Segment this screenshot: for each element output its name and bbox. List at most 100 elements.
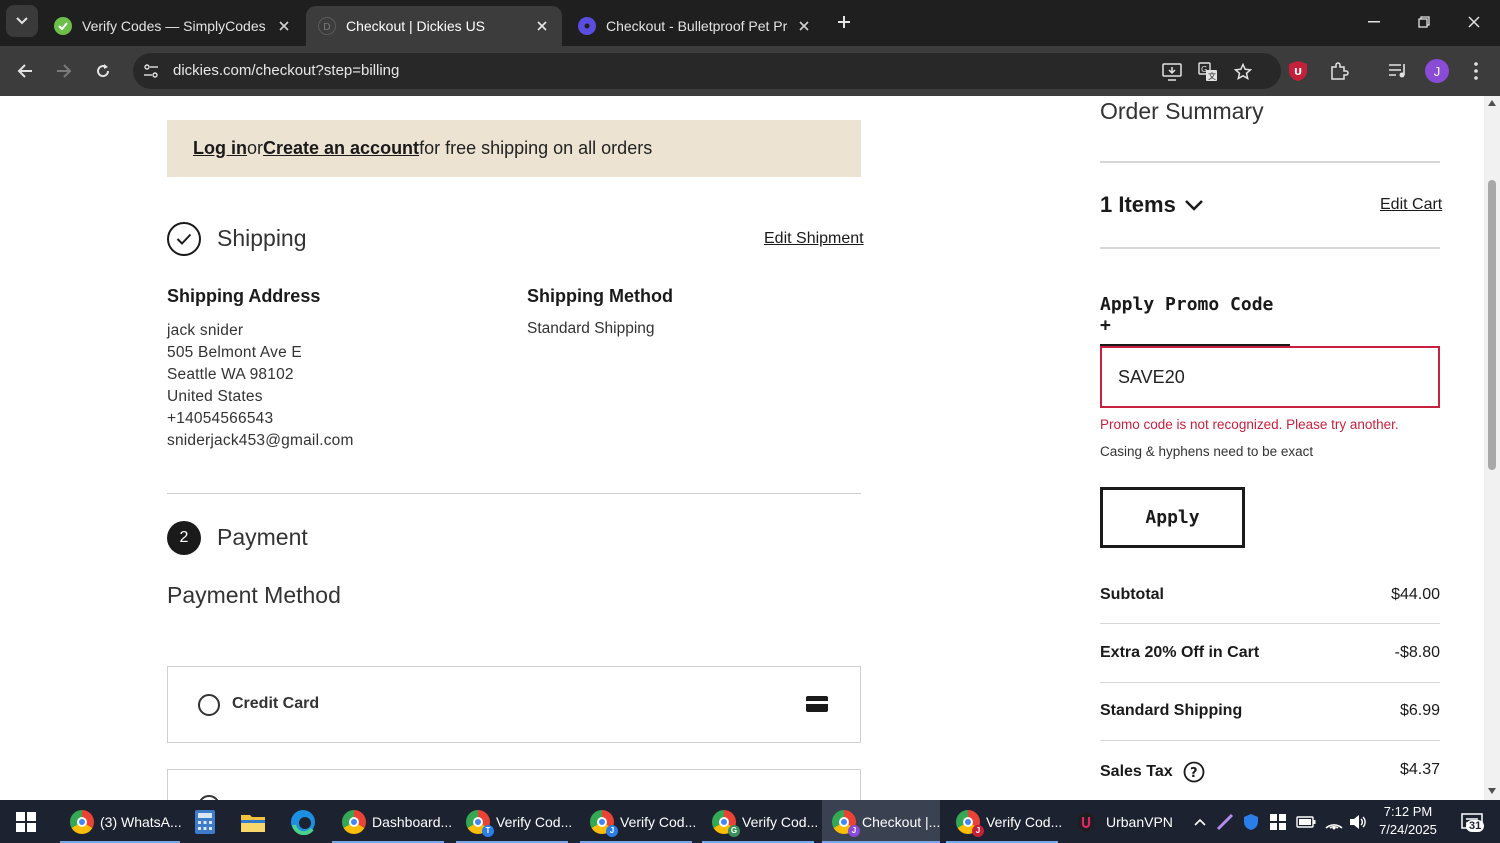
credit-card-option[interactable]: Credit Card <box>167 666 861 743</box>
site-info-icon[interactable] <box>141 61 161 81</box>
taskbar-app-verify-4[interactable]: J Verify Cod... <box>946 800 1062 843</box>
close-icon[interactable] <box>534 18 550 34</box>
browser-menu-button[interactable] <box>1463 58 1489 84</box>
svg-text:文: 文 <box>1208 71 1216 81</box>
tab-search-button[interactable] <box>6 5 38 37</box>
discount-value: -$8.80 <box>1394 644 1440 661</box>
page-scrollbar[interactable] <box>1484 96 1500 800</box>
order-summary-title: Order Summary <box>1100 98 1264 124</box>
install-app-icon[interactable] <box>1161 61 1183 83</box>
tab-simplycodes[interactable]: Verify Codes — SimplyCodes <box>42 6 304 46</box>
promo-code-input[interactable] <box>1100 346 1440 408</box>
shipping-address-heading: Shipping Address <box>167 286 321 306</box>
tray-pen-app[interactable] <box>1214 800 1236 843</box>
taskbar-app-whatsapp[interactable]: (3) WhatsA... <box>60 800 182 843</box>
shipping-method-heading: Shipping Method <box>527 286 673 306</box>
summary-divider <box>1100 247 1440 249</box>
taskbar-edge[interactable] <box>286 800 320 843</box>
address-phone: +14054566543 <box>167 410 274 427</box>
minimize-icon <box>1368 21 1380 23</box>
edit-cart-link[interactable]: Edit Cart <box>1380 196 1442 214</box>
taskbar-app-verify-3[interactable]: G Verify Cod... <box>702 800 818 843</box>
reload-button[interactable] <box>88 56 118 86</box>
simplycodes-favicon-icon <box>54 17 72 35</box>
taskbar-app-label: UrbanVPN <box>1106 813 1173 830</box>
taskbar-clock[interactable]: 7:12 PM 7/24/2025 <box>1370 803 1446 839</box>
clock-date: 7/24/2025 <box>1379 822 1437 837</box>
show-hidden-icons-button[interactable] <box>1188 800 1212 843</box>
edge-icon <box>291 809 315 835</box>
close-window-button[interactable] <box>1458 8 1490 36</box>
close-icon[interactable] <box>796 18 812 34</box>
taskbar-file-explorer[interactable] <box>238 800 268 843</box>
taskbar-calculator[interactable] <box>190 800 220 843</box>
promo-error-message: Promo code is not recognized. Please try… <box>1100 417 1399 432</box>
extensions-puzzle-icon[interactable] <box>1326 58 1352 84</box>
windows-logo-icon <box>16 811 36 832</box>
ublock-extension-icon[interactable]: U <box>1285 58 1311 84</box>
summary-divider <box>1100 161 1440 163</box>
new-tab-button[interactable] <box>830 8 858 36</box>
login-link[interactable]: Log in <box>193 138 247 159</box>
tab-bulletproof-checkout[interactable]: Checkout - Bulletproof Pet Prod <box>566 6 824 46</box>
shipping-address-block: jack snider 505 Belmont Ave E Seattle WA… <box>167 320 354 452</box>
tray-vpn-shield[interactable] <box>1240 800 1262 843</box>
credit-card-radio[interactable] <box>198 694 220 716</box>
apply-promo-button[interactable]: Apply <box>1100 487 1245 548</box>
items-toggle[interactable]: 1 Items <box>1100 192 1204 218</box>
windows-taskbar: (3) WhatsA... Dashboard... T Verify Cod.… <box>0 800 1500 843</box>
taskbar-app-checkout[interactable]: J Checkout |... <box>822 800 940 843</box>
payment-step-number: 2 <box>167 521 201 555</box>
more-vertical-icon <box>1474 62 1478 80</box>
tab-dickies-checkout[interactable]: D Checkout | Dickies US <box>306 6 562 46</box>
feather-icon <box>1216 813 1234 830</box>
notification-count-badge: 31 <box>1466 820 1485 832</box>
shipping-complete-check-icon <box>167 222 201 256</box>
credit-card-icon <box>806 696 828 717</box>
scrollbar-thumb[interactable] <box>1488 180 1496 470</box>
tray-battery[interactable] <box>1294 800 1318 843</box>
tab-title: Checkout | Dickies US <box>346 18 486 34</box>
create-account-link[interactable]: Create an account <box>263 138 419 159</box>
media-control-icon[interactable] <box>1385 58 1411 84</box>
shipping-cost-value: $6.99 <box>1399 702 1440 719</box>
restore-button[interactable] <box>1408 8 1440 36</box>
taskbar-app-dashboard[interactable]: Dashboard... <box>332 800 452 843</box>
tray-defender[interactable] <box>1266 800 1290 843</box>
minimize-button[interactable] <box>1358 8 1390 36</box>
urbanvpn-icon <box>1078 811 1094 832</box>
subtotal-value: $44.00 <box>1391 586 1440 603</box>
payment-option-next[interactable] <box>167 769 861 800</box>
chrome-icon: J <box>956 809 984 837</box>
checkout-page: Log in or Create an account for free shi… <box>0 96 1484 800</box>
address-email: sniderjack453@gmail.com <box>167 432 354 449</box>
taskbar-app-verify-2[interactable]: J Verify Cod... <box>580 800 696 843</box>
url-text: dickies.com/checkout?step=billing <box>173 62 400 79</box>
help-icon[interactable]: ? <box>1183 761 1205 783</box>
close-icon <box>1468 16 1480 28</box>
apply-promo-toggle[interactable]: Apply Promo Code + <box>1100 294 1290 347</box>
speaker-icon <box>1350 814 1366 829</box>
translate-icon[interactable]: G文 <box>1197 61 1219 83</box>
tray-volume[interactable] <box>1346 800 1370 843</box>
forward-button[interactable] <box>49 56 79 86</box>
dickies-favicon-icon: D <box>318 17 336 35</box>
bookmark-star-icon[interactable] <box>1232 61 1254 83</box>
payment-method-heading: Payment Method <box>167 582 341 608</box>
back-button[interactable] <box>10 56 40 86</box>
summary-row-divider <box>1100 682 1440 683</box>
scroll-down-icon[interactable] <box>1488 788 1496 794</box>
notification-center-button[interactable]: 31 <box>1452 800 1492 843</box>
restore-icon <box>1418 16 1430 28</box>
close-icon[interactable] <box>276 18 292 34</box>
start-button[interactable] <box>6 800 46 843</box>
arrow-left-icon <box>17 64 32 78</box>
taskbar-app-verify-1[interactable]: T Verify Cod... <box>456 800 572 843</box>
edit-shipment-link[interactable]: Edit Shipment <box>764 230 864 248</box>
tray-wifi[interactable] <box>1322 800 1346 843</box>
address-bar[interactable]: dickies.com/checkout?step=billing G文 <box>133 53 1281 89</box>
profile-avatar[interactable]: J <box>1424 58 1450 84</box>
scroll-up-icon[interactable] <box>1488 100 1496 106</box>
credit-card-label: Credit Card <box>232 695 320 712</box>
taskbar-app-urbanvpn[interactable]: UrbanVPN <box>1068 800 1178 843</box>
